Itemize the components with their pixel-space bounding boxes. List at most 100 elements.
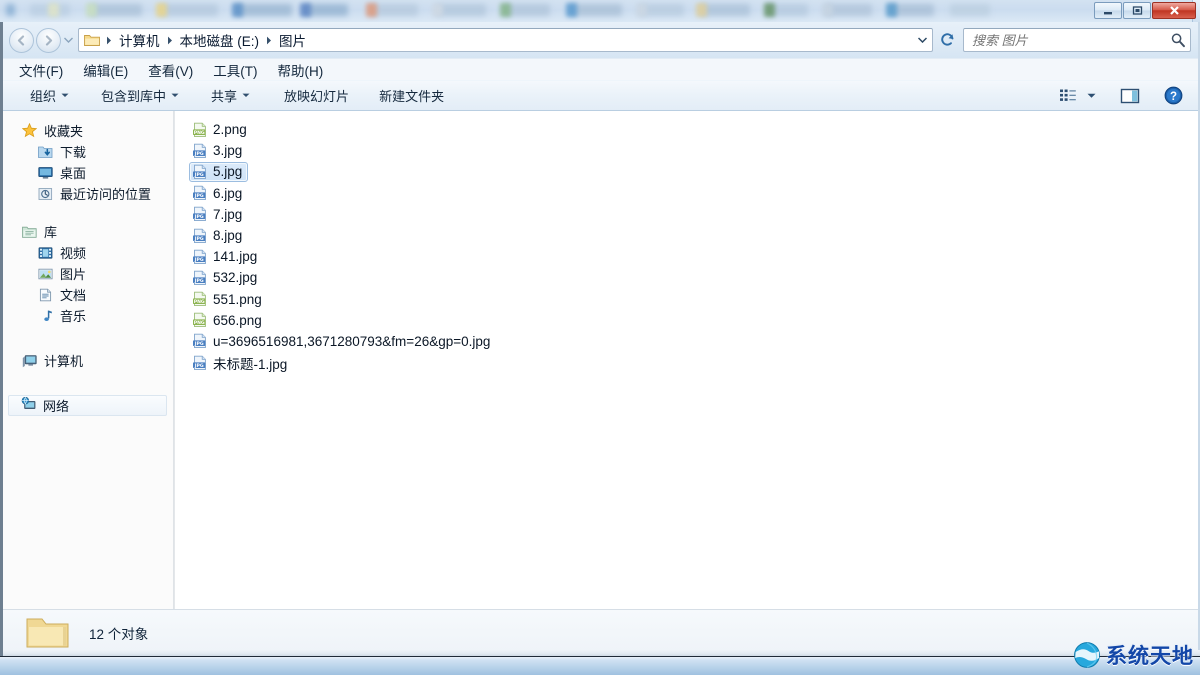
menu-item-view[interactable]: 查看(V) [148, 58, 204, 82]
sidebar-item-recent-places[interactable]: 最近访问的位置 [3, 183, 173, 204]
sidebar-item-libraries[interactable]: 库 [3, 221, 173, 242]
view-layout-dropdown[interactable] [1082, 90, 1101, 102]
list-item[interactable]: JPG 未标题-1.jpg [175, 352, 1198, 373]
new-folder-button[interactable]: 新建文件夹 [370, 83, 453, 108]
blur-block [436, 4, 486, 16]
back-button[interactable] [9, 28, 34, 53]
history-dropdown-button[interactable] [61, 29, 75, 51]
share-button[interactable]: 共享 [202, 83, 259, 108]
library-folder-icon [21, 224, 37, 240]
search-input[interactable] [972, 33, 1170, 48]
sidebar-item-desktop[interactable]: 桌面 [3, 162, 173, 183]
music-library-icon [37, 308, 53, 324]
obscured-tab-strip [0, 0, 1200, 22]
slideshow-button[interactable]: 放映幻灯片 [275, 83, 358, 108]
restore-button[interactable] [1123, 2, 1151, 19]
list-item[interactable]: JPG 8.jpg [175, 225, 1198, 246]
organize-label: 组织 [30, 86, 56, 105]
sidebar-label-libraries: 库 [44, 222, 57, 241]
list-item[interactable]: JPG 532.jpg [175, 267, 1198, 288]
png-file-icon: PNG [192, 122, 208, 138]
address-dropdown-button[interactable] [914, 29, 930, 51]
recent-places-icon [37, 186, 53, 202]
address-bar-row: 计算机 本地磁盘 (E:) 图片 [3, 22, 1198, 58]
breadcrumb-separator [263, 36, 275, 45]
list-item[interactable]: PNG 2.png [175, 119, 1198, 140]
menu-item-help[interactable]: 帮助(H) [278, 58, 335, 82]
menu-item-file[interactable]: 文件(F) [19, 58, 74, 82]
sidebar-label-downloads: 下载 [60, 142, 86, 161]
breadcrumb: 计算机 本地磁盘 (E:) 图片 [103, 29, 914, 51]
nav-spacer [3, 330, 173, 350]
blur-block [636, 3, 647, 17]
list-item[interactable]: JPG 6.jpg [175, 183, 1198, 204]
list-item[interactable]: PNG 656.png [175, 310, 1198, 331]
blur-block [306, 4, 348, 16]
menu-item-edit[interactable]: 编辑(E) [83, 58, 139, 82]
sidebar-item-network[interactable]: 网络 [8, 395, 167, 416]
close-button[interactable] [1152, 2, 1196, 19]
sidebar-item-documents[interactable]: 文档 [3, 284, 173, 305]
blur-block [370, 4, 418, 16]
blur-block [696, 3, 707, 17]
blur-block [822, 3, 833, 17]
jpg-file-icon: JPG [192, 333, 208, 349]
search-box[interactable] [963, 28, 1191, 52]
documents-library-icon [37, 287, 53, 303]
blur-block [764, 3, 775, 17]
sidebar-label-pictures: 图片 [60, 264, 86, 283]
blur-block [48, 3, 59, 17]
video-library-icon [37, 245, 53, 261]
sidebar-item-pictures[interactable]: 图片 [3, 263, 173, 284]
forward-button[interactable] [36, 28, 61, 53]
list-item[interactable]: JPG u=3696516981,3671280793&fm=26&gp=0.j… [175, 331, 1198, 352]
blur-block [156, 3, 167, 17]
chevron-down-icon [64, 37, 73, 43]
chevron-down-icon [242, 93, 250, 98]
preview-pane-button[interactable] [1115, 85, 1145, 107]
sidebar-label-videos: 视频 [60, 243, 86, 262]
sidebar-item-music[interactable]: 音乐 [3, 305, 173, 326]
refresh-button[interactable] [936, 29, 959, 52]
breadcrumb-item-local-disk-e[interactable]: 本地磁盘 (E:) [176, 29, 264, 51]
help-button[interactable]: ? [1159, 83, 1188, 108]
blur-block [236, 4, 292, 16]
address-bar[interactable]: 计算机 本地磁盘 (E:) 图片 [78, 28, 933, 52]
sidebar-item-favorites[interactable]: 收藏夹 [3, 120, 173, 141]
sidebar-item-computer[interactable]: 计算机 [3, 350, 173, 371]
share-label: 共享 [211, 86, 237, 105]
sidebar-item-downloads[interactable]: 下载 [3, 141, 173, 162]
jpg-file-icon: JPG [192, 206, 208, 222]
search-icon [1170, 32, 1186, 48]
svg-text:JPG: JPG [194, 341, 204, 347]
list-item[interactable]: JPG 141.jpg [175, 246, 1198, 267]
view-layout-button[interactable] [1054, 85, 1082, 106]
window-controls [1094, 2, 1196, 19]
minimize-button[interactable] [1094, 2, 1122, 19]
watermark: 系统天地 [1072, 639, 1194, 671]
jpg-file-icon: JPG [192, 185, 208, 201]
list-item[interactable]: PNG 551.png [175, 289, 1198, 310]
download-folder-icon [37, 144, 53, 160]
png-file-icon: PNG [192, 291, 208, 307]
breadcrumb-item-pictures[interactable]: 图片 [275, 29, 310, 51]
list-item[interactable]: JPG 7.jpg [175, 204, 1198, 225]
sidebar-label-computer: 计算机 [44, 351, 83, 370]
blur-block [300, 3, 311, 17]
file-list[interactable]: PNG 2.png JPG 3.jpg [175, 111, 1198, 609]
nav-group-computer: 计算机 [3, 350, 173, 371]
computer-icon [21, 353, 37, 369]
jpg-file-icon: JPG [192, 249, 208, 265]
include-in-library-button[interactable]: 包含到库中 [92, 83, 188, 108]
sidebar-item-videos[interactable]: 视频 [3, 242, 173, 263]
menu-item-tools[interactable]: 工具(T) [213, 58, 268, 82]
breadcrumb-item-computer[interactable]: 计算机 [115, 29, 164, 51]
list-item-selected[interactable]: JPG 5.jpg [175, 161, 1198, 182]
list-item[interactable]: JPG 3.jpg [175, 140, 1198, 161]
blur-block [160, 4, 218, 16]
file-name: 5.jpg [213, 164, 242, 179]
organize-button[interactable]: 组织 [21, 83, 78, 108]
nav-spacer [3, 375, 173, 395]
slideshow-label: 放映幻灯片 [284, 86, 349, 105]
file-name: 6.jpg [213, 186, 242, 201]
